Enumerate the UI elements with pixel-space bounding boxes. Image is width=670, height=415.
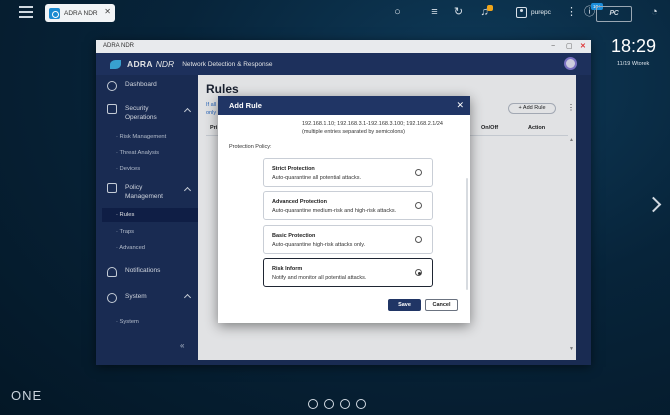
app-tab[interactable]: ADRA NDR ✕ <box>45 4 115 22</box>
chevron-right-icon[interactable] <box>648 197 657 213</box>
maximize-button[interactable]: ▢ <box>566 40 573 53</box>
option-description: Auto-quarantine all potential attacks. <box>272 175 361 181</box>
option-title: Advanced Protection <box>272 199 328 205</box>
window-title: ADRA NDR <box>103 43 135 49</box>
taskbar: ADRA NDR ✕ ○ ≡ ↻ ♫ purepc ⋮ ⓘ 10+ PC ◔ <box>0 0 670 26</box>
dock-app-icon[interactable] <box>324 399 334 409</box>
ip-hint-text: (multiple entries separated by semicolon… <box>302 129 406 135</box>
clock-date: 11/19 Wtorek <box>617 61 650 67</box>
option-title: Strict Protection <box>272 166 315 172</box>
option-title: Basic Protection <box>272 233 316 239</box>
dock <box>308 399 366 409</box>
radio-button[interactable] <box>415 236 422 243</box>
clock-time: 18:29 <box>611 36 657 56</box>
search-icon[interactable]: ○ <box>391 6 404 19</box>
dock-app-icon[interactable] <box>356 399 366 409</box>
policy-option-advanced[interactable]: Advanced Protection Auto-quarantine medi… <box>263 191 433 220</box>
option-description: Auto-quarantine medium-risk and high-ris… <box>272 208 397 214</box>
username: purepc <box>531 8 551 16</box>
dialog-header: Add Rule ✕ <box>218 96 470 115</box>
protection-policy-label: Protection Policy: <box>229 144 272 150</box>
policy-option-basic[interactable]: Basic Protection Auto-quarantine high-ri… <box>263 225 433 254</box>
window-titlebar: ADRA NDR − ▢ ✕ <box>96 40 591 53</box>
cancel-button[interactable]: Cancel <box>425 299 458 311</box>
radio-button[interactable] <box>415 202 422 209</box>
ip-example-text: 192.168.1.10; 192.168.3.1-192.168.3.100;… <box>302 121 443 127</box>
minimize-button[interactable]: − <box>551 40 555 53</box>
notification-badge <box>487 5 493 11</box>
dialog-scrollbar[interactable] <box>466 178 468 290</box>
window-close-button[interactable]: ✕ <box>580 40 586 53</box>
dock-app-icon[interactable] <box>340 399 350 409</box>
adra-logo-icon <box>49 7 60 19</box>
close-icon[interactable]: ✕ <box>104 7 111 16</box>
close-icon[interactable]: ✕ <box>456 96 464 115</box>
user-icon <box>516 6 527 18</box>
radio-button[interactable] <box>415 169 422 176</box>
save-button[interactable]: Save <box>388 299 421 311</box>
news-icon[interactable]: ≡ <box>428 6 441 19</box>
add-rule-dialog: Add Rule ✕ 192.168.1.10; 192.168.3.1-192… <box>218 96 470 323</box>
sync-icon[interactable]: ↻ <box>452 6 465 19</box>
option-title: Risk Inform <box>272 266 303 272</box>
desktop-brand-logo: ONE <box>11 388 43 403</box>
option-description: Auto-quarantine high-risk attacks only. <box>272 242 366 248</box>
user-menu[interactable]: purepc <box>516 5 551 19</box>
policy-option-strict[interactable]: Strict Protection Auto-quarantine all po… <box>263 158 433 187</box>
policy-option-risk-inform[interactable]: Risk Inform Notify and monitor all poten… <box>263 258 433 287</box>
radio-button-selected[interactable] <box>415 269 422 276</box>
dialog-title: Add Rule <box>229 101 262 110</box>
app-tab-label: ADRA NDR <box>64 9 98 17</box>
menu-icon[interactable] <box>19 6 33 18</box>
purepc-logo: PC <box>596 6 632 22</box>
option-description: Notify and monitor all potential attacks… <box>272 275 367 281</box>
dashboard-widget-icon[interactable]: ◔ <box>648 6 661 19</box>
more-icon[interactable]: ⋮ <box>565 6 578 19</box>
dock-app-icon[interactable] <box>308 399 318 409</box>
